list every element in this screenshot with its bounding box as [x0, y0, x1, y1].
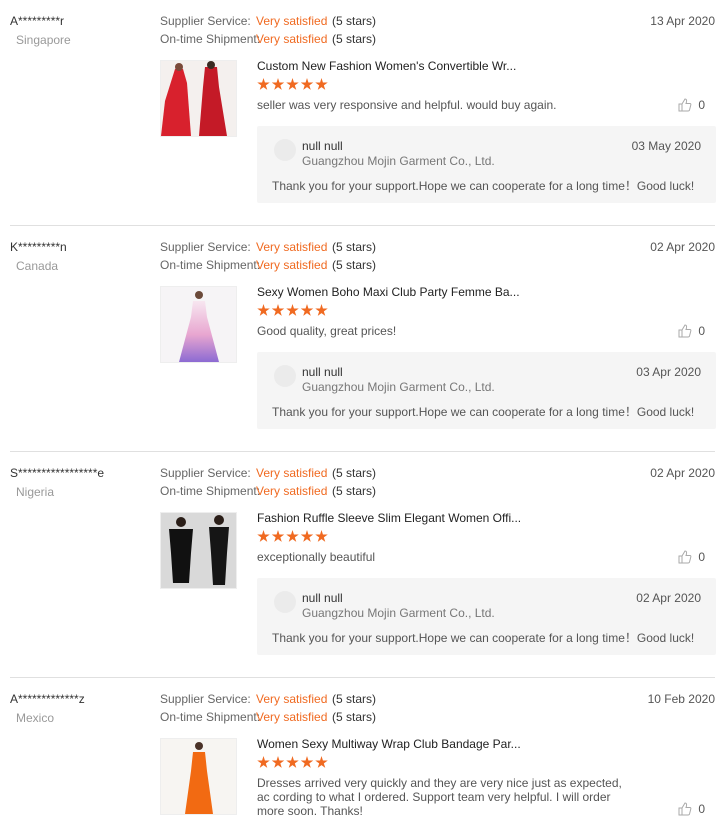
star-icon — [286, 756, 299, 768]
shipment-rating: On-time Shipment:Very satisfied (5 stars) — [160, 32, 377, 46]
star-icon — [286, 304, 299, 316]
reply-date: 03 May 2020 — [631, 139, 701, 153]
buyer-country: Mexico — [16, 711, 55, 725]
rating-value: Very satisfied — [256, 484, 328, 498]
star-rating — [257, 78, 330, 92]
star-icon — [315, 756, 328, 768]
reply-date: 02 Apr 2020 — [636, 591, 701, 605]
supplier-service-rating: Supplier Service: Very satisfied (5 stars) — [160, 692, 377, 706]
shipment-rating: On-time Shipment:Very satisfied (5 stars) — [160, 484, 377, 498]
review-item: A*************z Mexico Supplier Service:… — [0, 678, 725, 833]
buyer-name: A*********r — [10, 14, 65, 28]
star-icon — [286, 78, 299, 90]
thumbs-up-icon — [678, 324, 692, 338]
reply-shop: Guangzhou Mojin Garment Co., Ltd. — [302, 154, 495, 168]
like-count: 0 — [698, 324, 705, 338]
star-icon — [300, 530, 314, 542]
buyer-name: S*****************e — [10, 466, 105, 480]
star-icon — [257, 304, 270, 316]
like-count: 0 — [698, 802, 705, 816]
star-icon — [315, 78, 328, 90]
star-icon — [257, 756, 270, 768]
product-title-link[interactable]: Fashion Ruffle Sleeve Slim Elegant Women… — [257, 511, 521, 525]
thumbs-up-icon — [678, 98, 692, 112]
supplier-service-rating: Supplier Service: Very satisfied (5 stars) — [160, 240, 377, 254]
rating-value: Very satisfied — [256, 14, 328, 28]
like-button[interactable]: 0 — [678, 98, 705, 112]
review-item: S*****************e Nigeria Supplier Ser… — [0, 452, 725, 678]
rating-value: Very satisfied — [256, 258, 328, 272]
star-rating — [257, 756, 330, 770]
reply-name: null null — [302, 139, 343, 153]
star-icon — [300, 304, 314, 316]
star-icon — [315, 304, 328, 316]
reply-date: 03 Apr 2020 — [636, 365, 701, 379]
star-icon — [315, 530, 328, 542]
review-date: 02 Apr 2020 — [650, 240, 715, 254]
seller-reply: null null Guangzhou Mojin Garment Co., L… — [257, 578, 716, 655]
review-item: A*********r Singapore Supplier Service: V… — [0, 0, 725, 226]
buyer-country: Nigeria — [16, 485, 55, 499]
star-icon — [257, 78, 270, 90]
review-comment: Good quality, great prices! — [257, 324, 397, 338]
review-date: 13 Apr 2020 — [650, 14, 715, 28]
like-button[interactable]: 0 — [678, 802, 705, 816]
star-icon — [271, 530, 285, 542]
like-button[interactable]: 0 — [678, 550, 705, 564]
reply-name: null null — [302, 591, 343, 605]
shipment-rating: On-time Shipment:Very satisfied (5 stars) — [160, 258, 377, 272]
like-count: 0 — [698, 550, 705, 564]
rating-value: Very satisfied — [256, 240, 328, 254]
star-icon — [271, 304, 285, 316]
reply-shop: Guangzhou Mojin Garment Co., Ltd. — [302, 380, 495, 394]
product-thumbnail[interactable] — [160, 286, 237, 363]
star-icon — [300, 78, 314, 90]
thumbs-up-icon — [678, 550, 692, 564]
star-icon — [300, 756, 314, 768]
product-title-link[interactable]: Custom New Fashion Women's Convertible W… — [257, 59, 516, 73]
buyer-country: Singapore — [16, 33, 71, 47]
supplier-service-rating: Supplier Service: Very satisfied (5 stars) — [160, 14, 377, 28]
review-date: 10 Feb 2020 — [647, 692, 715, 706]
rating-value: Very satisfied — [256, 692, 328, 706]
star-rating — [257, 530, 330, 544]
shipment-rating: On-time Shipment:Very satisfied (5 stars) — [160, 710, 377, 724]
buyer-country: Canada — [16, 259, 59, 273]
product-thumbnail[interactable] — [160, 512, 237, 589]
supplier-service-rating: Supplier Service: Very satisfied (5 stars) — [160, 466, 377, 480]
like-button[interactable]: 0 — [678, 324, 705, 338]
star-icon — [257, 530, 270, 542]
reply-text: Thank you for your support.Hope we can c… — [272, 631, 695, 645]
seller-reply: null null Guangzhou Mojin Garment Co., L… — [257, 126, 716, 203]
rating-value: Very satisfied — [256, 710, 328, 724]
product-title-link[interactable]: Women Sexy Multiway Wrap Club Bandage Pa… — [257, 737, 521, 751]
avatar — [274, 365, 296, 387]
like-count: 0 — [698, 98, 705, 112]
avatar — [274, 591, 296, 613]
star-rating — [257, 304, 330, 318]
rating-value: Very satisfied — [256, 32, 328, 46]
review-comment: Dresses arrived very quickly and they ar… — [257, 776, 622, 818]
star-icon — [271, 756, 285, 768]
review-comment: seller was very responsive and helpful. … — [257, 98, 557, 112]
review-comment: exceptionally beautiful — [257, 550, 376, 564]
reply-text: Thank you for your support.Hope we can c… — [272, 405, 695, 419]
reply-shop: Guangzhou Mojin Garment Co., Ltd. — [302, 606, 495, 620]
reply-text: Thank you for your support.Hope we can c… — [272, 179, 695, 193]
star-icon — [271, 78, 285, 90]
product-thumbnail[interactable] — [160, 60, 237, 137]
review-date: 02 Apr 2020 — [650, 466, 715, 480]
rating-value: Very satisfied — [256, 466, 328, 480]
buyer-name: K*********n — [10, 240, 67, 254]
product-title-link[interactable]: Sexy Women Boho Maxi Club Party Femme Ba… — [257, 285, 520, 299]
review-item: K*********n Canada Supplier Service: Very… — [0, 226, 725, 452]
star-icon — [286, 530, 299, 542]
buyer-name: A*************z — [10, 692, 85, 706]
thumbs-up-icon — [678, 802, 692, 816]
seller-reply: null null Guangzhou Mojin Garment Co., L… — [257, 352, 716, 429]
reply-name: null null — [302, 365, 343, 379]
product-thumbnail[interactable] — [160, 738, 237, 815]
avatar — [274, 139, 296, 161]
